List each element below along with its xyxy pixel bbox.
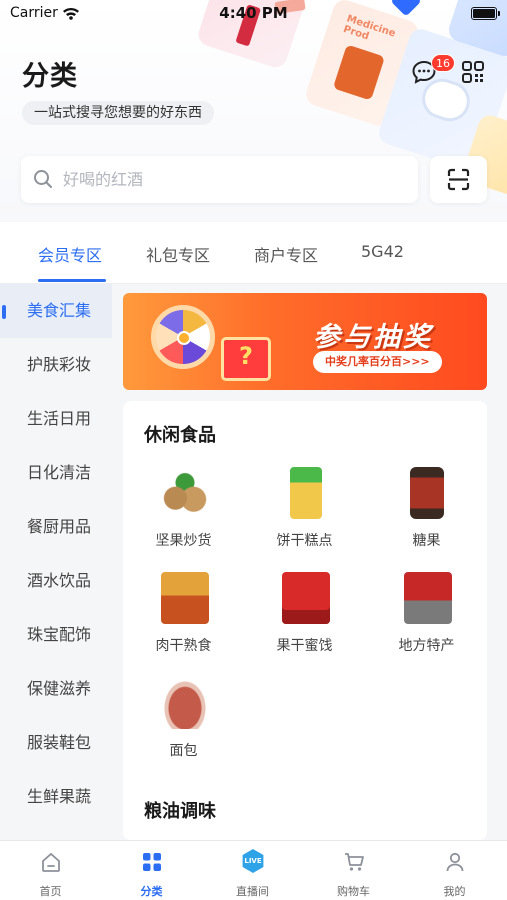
message-count-badge: 16 (431, 54, 455, 72)
sidebar-item-health[interactable]: 保健滋养 (0, 662, 112, 716)
zone-tabs: 会员专区 礼包专区 商户专区 5G42 (0, 222, 507, 284)
profile-icon (446, 852, 464, 872)
lottery-banner[interactable]: ? 参与抽奖 中奖几率百分百>>> (123, 293, 487, 390)
sidebar-item-fresh[interactable]: 生鲜果蔬 (0, 770, 112, 824)
nav-label: 直播间 (236, 885, 269, 898)
subcategory-candy[interactable]: 糖果 (366, 461, 487, 561)
nav-profile[interactable]: 我的 (404, 841, 505, 900)
nav-cart[interactable]: 购物车 (303, 841, 404, 900)
nav-label: 首页 (39, 885, 62, 898)
subcategory-label: 面包 (169, 743, 198, 759)
header: Medicine Prod 分类 一站式搜寻您想要的好东西 16 (0, 0, 507, 222)
search-bar[interactable] (21, 156, 418, 203)
bread-icon (161, 677, 209, 729)
subcategory-biscuits[interactable]: 饼干糕点 (244, 461, 365, 561)
subcategory-label: 肉干熟食 (155, 638, 212, 654)
sidebar-item-kitchenware[interactable]: 餐厨用品 (0, 500, 112, 554)
banner-subtitle: 中奖几率百分百>>> (313, 351, 442, 373)
nav-label: 分类 (140, 885, 163, 898)
biscuit-icon (290, 467, 322, 519)
category-icon (143, 853, 161, 871)
page-title: 分类 (22, 61, 78, 92)
subcategory-label: 坚果炒货 (155, 533, 212, 549)
subcategory-label: 果干蜜饯 (276, 638, 333, 654)
subcategory-nuts[interactable]: 坚果炒货 (123, 461, 244, 561)
sidebar-item-food[interactable]: 美食汇集 (0, 284, 112, 338)
nav-label: 我的 (443, 885, 466, 898)
status-bar: Carrier 4:40 PM (0, 0, 507, 28)
scan-button[interactable] (430, 156, 487, 203)
sidebar-item-skincare[interactable]: 护肤彩妆 (0, 338, 112, 392)
sidebar-item-drinks[interactable]: 酒水饮品 (0, 554, 112, 608)
sidebar-item-jewelry[interactable]: 珠宝配饰 (0, 608, 112, 662)
subcategory-local-specialty[interactable]: 地方特产 (366, 566, 487, 666)
cart-icon (345, 853, 364, 871)
banner-title: 参与抽奖 (313, 322, 433, 353)
subcategory-label: 饼干糕点 (276, 533, 333, 549)
nav-live[interactable]: LIVE 直播间 (202, 841, 303, 900)
grid-qr-icon (462, 61, 484, 83)
search-input[interactable] (63, 156, 403, 203)
tab-merchant-zone[interactable]: 商户专区 (254, 242, 318, 266)
tab-member-zone[interactable]: 会员专区 (38, 242, 102, 266)
sidebar-item-cleaning[interactable]: 日化清洁 (0, 446, 112, 500)
page-subtitle: 一站式搜寻您想要的好东西 (22, 101, 214, 125)
subcategory-bread[interactable]: 面包 (123, 671, 244, 771)
nav-label: 购物车 (337, 885, 370, 898)
nav-home[interactable]: 首页 (0, 841, 101, 900)
subcategory-label: 地方特产 (398, 638, 455, 654)
subcategory-label: 糖果 (412, 533, 441, 549)
wheel-hub (177, 331, 191, 345)
nuts-icon (161, 467, 209, 519)
tab-5g42[interactable]: 5G42 (361, 242, 404, 261)
live-badge-text: LIVE (244, 857, 262, 865)
scan-icon (447, 168, 470, 191)
nav-category[interactable]: 分类 (101, 841, 202, 900)
subcategory-jerky[interactable]: 肉干熟食 (123, 566, 244, 666)
category-sidebar: 美食汇集 护肤彩妆 生活日用 日化清洁 餐厨用品 酒水饮品 珠宝配饰 保健滋养 … (0, 284, 112, 840)
dried-fruit-icon (282, 572, 330, 624)
home-icon (42, 852, 60, 872)
jerky-icon (161, 572, 209, 624)
bottom-nav: 首页 分类 LIVE 直播间 购物车 我的 (0, 840, 507, 900)
sidebar-item-apparel[interactable]: 服装鞋包 (0, 716, 112, 770)
sidebar-item-daily-use[interactable]: 生活日用 (0, 392, 112, 446)
gift-box-image: ? (221, 337, 271, 381)
section-title-snacks: 休闲食品 (144, 425, 216, 446)
subcategory-dried-fruit[interactable]: 果干蜜饯 (244, 566, 365, 666)
candy-icon (410, 467, 444, 519)
subcategory-panel: 休闲食品 坚果炒货 饼干糕点 糖果 肉干熟食 果干蜜饯 地方特产 面包 粮油调味 (123, 401, 487, 840)
search-icon (34, 170, 52, 188)
category-grid-button[interactable] (461, 60, 485, 84)
local-specialty-icon (404, 572, 452, 624)
tab-gift-zone[interactable]: 礼包专区 (146, 242, 210, 266)
battery-icon (471, 7, 500, 20)
tab-indicator (38, 279, 106, 282)
status-time: 4:40 PM (219, 4, 288, 22)
gift-question-mark: ? (239, 342, 253, 370)
section-title-grain-oil: 粮油调味 (144, 801, 216, 822)
